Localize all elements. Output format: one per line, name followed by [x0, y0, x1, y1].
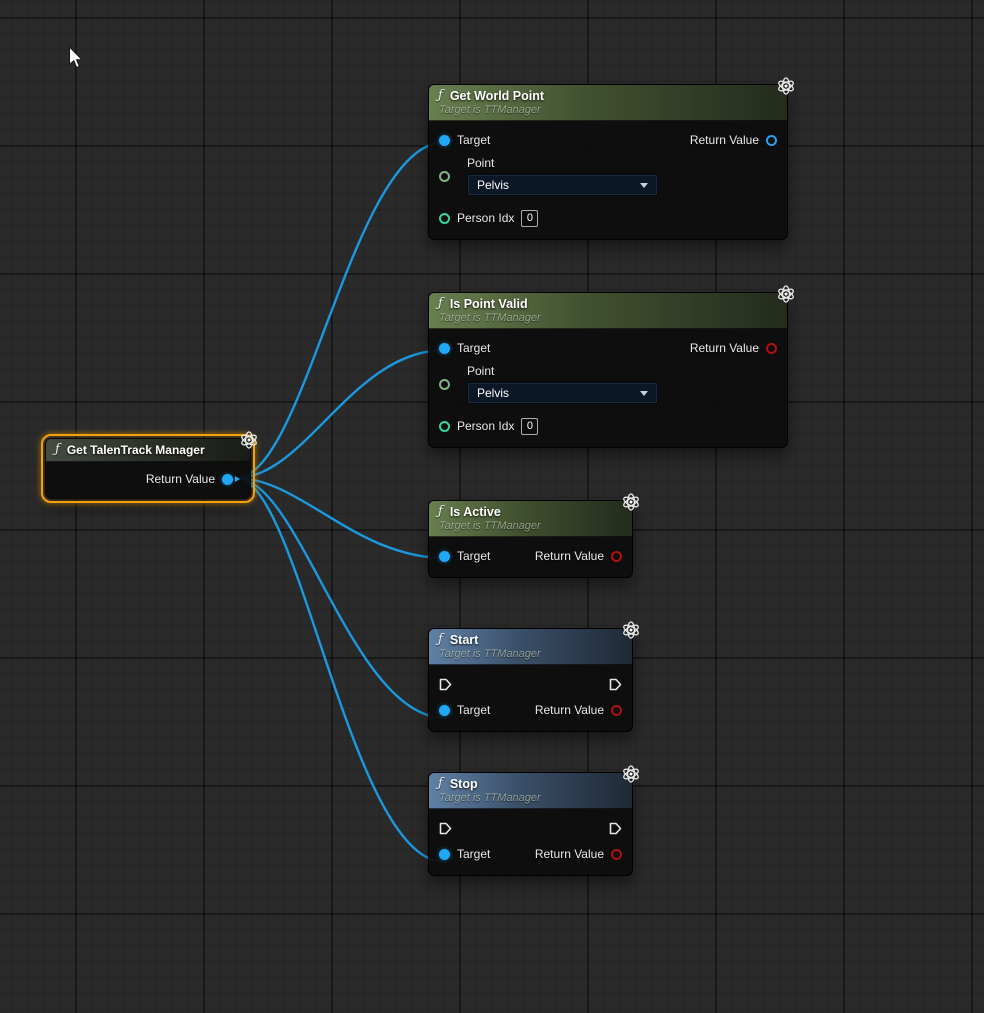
pin-label: Return Value — [535, 703, 604, 717]
node-subtitle: Target is TTManager — [439, 312, 777, 324]
node-subtitle: Target is TTManager — [439, 104, 777, 116]
return-value-output-pin[interactable] — [766, 343, 777, 354]
node-get-world-point[interactable]: ƒ Get World Point Target is TTManager Ta… — [428, 84, 788, 240]
pin-label: Return Value — [690, 133, 759, 147]
return-value-output-pin[interactable] — [766, 135, 777, 146]
pin-label: Point — [467, 156, 658, 170]
pin-arrow-icon — [235, 476, 240, 482]
wire-to-stop — [236, 478, 445, 862]
dropdown-selected-value: Pelvis — [477, 386, 509, 400]
target-input-pin[interactable] — [439, 135, 450, 146]
node-header[interactable]: ƒ Stop Target is TTManager — [429, 773, 632, 809]
person-idx-field[interactable]: 0 — [521, 418, 538, 435]
node-title: Start — [450, 633, 478, 647]
person-idx-input-pin[interactable] — [439, 421, 450, 432]
point-input-pin[interactable] — [439, 379, 450, 390]
return-value-output-pin[interactable] — [611, 551, 622, 562]
point-enum-dropdown[interactable]: Pelvis — [467, 174, 658, 196]
node-title: Is Point Valid — [450, 297, 528, 311]
node-subtitle: Target is TTManager — [439, 648, 622, 660]
pin-label: Target — [457, 703, 490, 717]
node-title: Is Active — [450, 505, 501, 519]
node-header[interactable]: ƒ Get World Point Target is TTManager — [429, 85, 787, 121]
wire-to-is-active — [236, 478, 445, 558]
chevron-down-icon — [640, 183, 648, 188]
target-input-pin[interactable] — [439, 551, 450, 562]
pin-label: Return Value — [690, 341, 759, 355]
blueprint-graph-canvas[interactable]: { "app": { "name": "Blueprint Graph Edit… — [0, 0, 984, 1013]
node-header[interactable]: ƒ Is Point Valid Target is TTManager — [429, 293, 787, 329]
function-badge-icon — [621, 492, 641, 512]
node-title: Get World Point — [450, 89, 544, 103]
exec-output-pin[interactable] — [609, 822, 622, 835]
pin-label: Return Value — [535, 549, 604, 563]
function-icon: ƒ — [55, 442, 60, 457]
person-idx-field[interactable]: 0 — [521, 210, 538, 227]
wire-to-start — [236, 478, 445, 718]
pin-label: Target — [457, 549, 490, 563]
node-subtitle: Target is TTManager — [439, 792, 622, 804]
function-badge-icon — [776, 76, 796, 96]
wire-to-get-world-point — [236, 142, 445, 478]
node-header[interactable]: ƒ Get TalenTrack Manager — [46, 439, 250, 462]
dropdown-selected-value: Pelvis — [477, 178, 509, 192]
node-is-point-valid[interactable]: ƒ Is Point Valid Target is TTManager Tar… — [428, 292, 788, 448]
exec-input-pin[interactable] — [439, 678, 452, 691]
node-stop[interactable]: ƒ Stop Target is TTManager Target Return… — [428, 772, 633, 876]
point-input-pin[interactable] — [439, 171, 450, 182]
function-badge-icon — [776, 284, 796, 304]
pin-label: Target — [457, 133, 490, 147]
function-icon: ƒ — [438, 632, 443, 647]
return-value-output-pin[interactable] — [222, 474, 233, 485]
exec-input-pin[interactable] — [439, 822, 452, 835]
function-badge-icon — [621, 764, 641, 784]
mouse-cursor — [68, 46, 85, 70]
function-icon: ƒ — [438, 776, 443, 791]
node-subtitle: Target is TTManager — [439, 520, 622, 532]
function-icon: ƒ — [438, 296, 443, 311]
target-input-pin[interactable] — [439, 705, 450, 716]
target-input-pin[interactable] — [439, 849, 450, 860]
node-is-active[interactable]: ƒ Is Active Target is TTManager Target R… — [428, 500, 633, 578]
pin-label: Point — [467, 364, 658, 378]
pin-label: Person Idx — [457, 419, 514, 433]
function-icon: ƒ — [438, 504, 443, 519]
person-idx-input-pin[interactable] — [439, 213, 450, 224]
node-get-talentrack-manager[interactable]: ƒ Get TalenTrack Manager Return Value — [45, 438, 251, 499]
target-input-pin[interactable] — [439, 343, 450, 354]
node-start[interactable]: ƒ Start Target is TTManager Target Retur… — [428, 628, 633, 732]
pin-label: Return Value — [535, 847, 604, 861]
return-value-output-pin[interactable] — [611, 705, 622, 716]
point-enum-dropdown[interactable]: Pelvis — [467, 382, 658, 404]
pin-label: Person Idx — [457, 211, 514, 225]
node-header[interactable]: ƒ Start Target is TTManager — [429, 629, 632, 665]
chevron-down-icon — [640, 391, 648, 396]
exec-output-pin[interactable] — [609, 678, 622, 691]
function-badge-icon — [621, 620, 641, 640]
return-value-output-pin[interactable] — [611, 849, 622, 860]
wire-to-is-point-valid — [236, 350, 445, 478]
pin-label: Target — [457, 847, 490, 861]
node-title: Get TalenTrack Manager — [67, 443, 205, 457]
node-header[interactable]: ƒ Is Active Target is TTManager — [429, 501, 632, 537]
pin-label: Return Value — [146, 472, 215, 486]
function-badge-icon — [239, 430, 259, 450]
node-title: Stop — [450, 777, 478, 791]
pin-label: Target — [457, 341, 490, 355]
function-icon: ƒ — [438, 88, 443, 103]
